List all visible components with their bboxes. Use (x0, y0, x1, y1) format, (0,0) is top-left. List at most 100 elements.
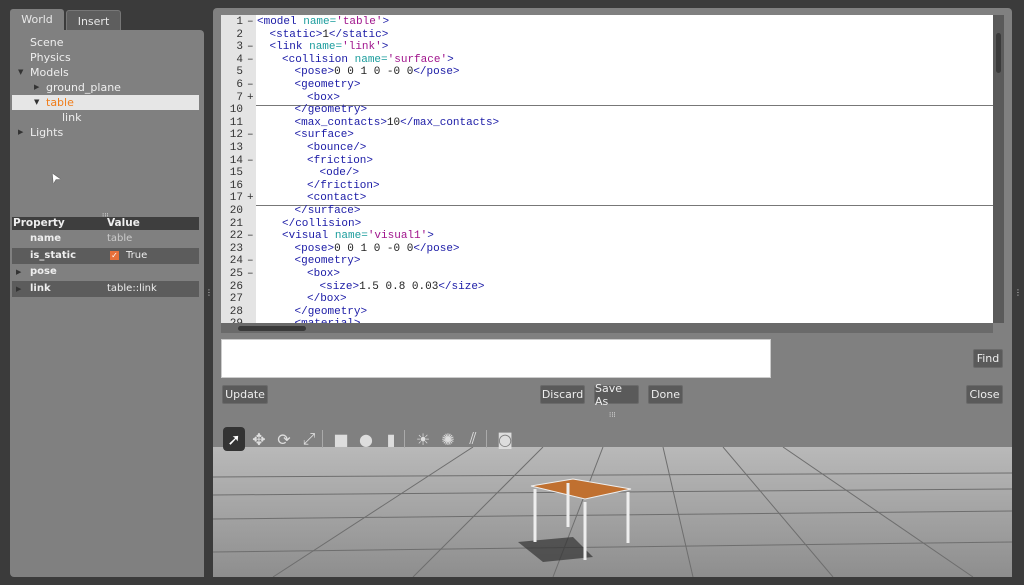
cylinder-icon[interactable]: ▮ (380, 427, 402, 451)
code-line[interactable]: <collision name='surface'> (282, 54, 454, 66)
close-button[interactable]: Close (966, 385, 1003, 404)
tab-world[interactable]: World (10, 9, 64, 30)
code-token: <friction> (307, 154, 374, 167)
line-number: 10 (229, 104, 243, 117)
code-token: > (427, 230, 434, 243)
code-token: </box> (307, 293, 347, 306)
rotate-icon[interactable]: ⟳ (273, 427, 295, 451)
code-line[interactable]: </geometry> (295, 104, 368, 116)
expand-right-icon[interactable]: ▶ (16, 285, 21, 293)
update-button[interactable]: Update (222, 385, 268, 404)
code-line[interactable]: <geometry> (295, 255, 361, 267)
property-row-is_static[interactable]: is_static ✓ True (12, 247, 199, 264)
code-line[interactable]: <friction> (307, 155, 373, 167)
line-number: 20 (229, 205, 243, 217)
tree-item-Scene[interactable]: Scene (30, 36, 64, 49)
expand-fold-icon[interactable]: + (247, 92, 254, 104)
collapse-fold-icon[interactable]: – (247, 79, 254, 91)
code-token: </max_contacts> (400, 116, 500, 129)
tree-item-ground_plane[interactable]: ground_plane (46, 81, 121, 94)
code-line[interactable]: </geometry> (295, 306, 368, 318)
property-row-pose[interactable]: ▶ pose (12, 264, 199, 280)
collapse-fold-icon[interactable]: – (247, 129, 254, 141)
code-token: <geometry> (294, 79, 361, 91)
toolbar-separator (486, 430, 487, 448)
expand-right-icon[interactable]: ▶ (16, 268, 21, 276)
tree-item-Lights[interactable]: Lights (30, 126, 63, 139)
box-icon[interactable]: ■ (330, 427, 352, 451)
vertical-scrollbar[interactable] (993, 15, 1004, 323)
select-arrow-icon[interactable]: ➚ (223, 427, 245, 451)
code-line[interactable]: <ode/> (320, 167, 360, 179)
collapse-fold-icon[interactable]: – (247, 268, 254, 280)
tree-item-Physics[interactable]: Physics (30, 51, 71, 64)
property-name: is_static (30, 249, 76, 261)
expand-right-icon[interactable]: ▶ (18, 128, 23, 136)
code-line[interactable]: <box> (307, 268, 340, 280)
code-token: <geometry> (294, 255, 361, 268)
directional-light-icon[interactable]: ⫽ (462, 427, 484, 451)
right-splitter[interactable]: ⋮ (1014, 288, 1022, 297)
expand-right-icon[interactable]: ▶ (34, 83, 39, 91)
collapse-fold-icon[interactable]: – (247, 155, 254, 167)
code-line[interactable]: </collision> (282, 218, 361, 230)
checkbox-checked[interactable]: ✓ (110, 250, 119, 260)
collapse-fold-icon[interactable]: – (247, 16, 254, 28)
code-line[interactable]: <size>1.5 0.8 0.03</size> (320, 281, 485, 293)
save-as-button[interactable]: Save As (594, 382, 639, 408)
point-light-icon[interactable]: ☀ (412, 427, 434, 451)
code-token: </friction> (307, 179, 380, 192)
line-number: 5 (236, 66, 243, 79)
tree-item-link[interactable]: link (62, 111, 81, 124)
property-row-name[interactable]: name table (12, 231, 199, 247)
tree-item-table[interactable]: table (46, 96, 74, 109)
fold-separator (256, 205, 993, 207)
property-value: True (126, 249, 148, 261)
code-line[interactable]: <pose>0 0 1 0 -0 0</pose> (295, 66, 460, 78)
code-line[interactable]: <max_contacts>10</max_contacts> (295, 117, 500, 129)
left-splitter[interactable]: ⋮ (205, 288, 213, 297)
code-line[interactable]: <surface> (295, 129, 354, 141)
spot-light-icon[interactable]: ✺ (437, 427, 459, 451)
code-line[interactable]: </friction> (307, 180, 380, 192)
done-button[interactable]: Done (648, 385, 683, 404)
collapse-fold-icon[interactable]: – (247, 255, 254, 267)
code-line[interactable]: <model name='table'> (257, 16, 389, 28)
code-token: 'visual1' (367, 230, 428, 243)
code-token: > (381, 41, 389, 54)
discard-button[interactable]: Discard (540, 385, 585, 404)
line-number: 4 (236, 53, 243, 66)
code-line[interactable]: <visual name='visual1'> (282, 230, 434, 242)
3d-viewport[interactable] (213, 447, 1012, 577)
collapse-fold-icon[interactable]: – (247, 41, 254, 53)
screenshot-icon[interactable]: ◙ (494, 427, 516, 451)
code-line[interactable]: <geometry> (295, 79, 361, 91)
tree-item-Models[interactable]: Models (30, 66, 69, 79)
code-line[interactable]: <pose>0 0 1 0 -0 0</pose> (295, 243, 460, 255)
code-line[interactable]: <bounce/> (307, 142, 366, 154)
search-input[interactable] (221, 339, 771, 378)
sphere-icon[interactable]: ● (355, 427, 377, 451)
expand-down-icon[interactable]: ▼ (18, 68, 23, 76)
property-value: table (107, 233, 133, 244)
collapse-fold-icon[interactable]: – (247, 230, 254, 242)
code-line[interactable]: <static>1</static> (270, 29, 389, 41)
code-token: <box> (307, 268, 341, 280)
code-line[interactable]: <link name='link'> (270, 41, 389, 53)
code-line[interactable]: </box> (307, 293, 347, 305)
collapse-fold-icon[interactable]: – (247, 54, 254, 66)
code-line[interactable]: <box> (307, 92, 340, 104)
expand-down-icon[interactable]: ▼ (34, 98, 39, 106)
code-line[interactable]: <contact> (307, 192, 366, 204)
code-line[interactable]: </surface> (295, 205, 361, 217)
expand-fold-icon[interactable]: + (247, 192, 254, 204)
horizontal-scrollbar[interactable] (221, 323, 993, 333)
code-token: <visual (282, 230, 335, 243)
splitter-handle[interactable]: ⁞⁞⁞ (609, 411, 616, 419)
code-token: <max_contacts> (294, 116, 387, 129)
code-editor[interactable]: 1–2 3–4–5 6–7 +10 11 12–13 14–15 16 17 +20 21 22–23… (221, 15, 993, 323)
translate-icon[interactable]: ✥ (248, 427, 270, 451)
find-button[interactable]: Find (973, 349, 1003, 368)
scale-icon[interactable]: ⤢ (298, 427, 320, 451)
property-row-link[interactable]: ▶ link table::link (12, 280, 199, 297)
